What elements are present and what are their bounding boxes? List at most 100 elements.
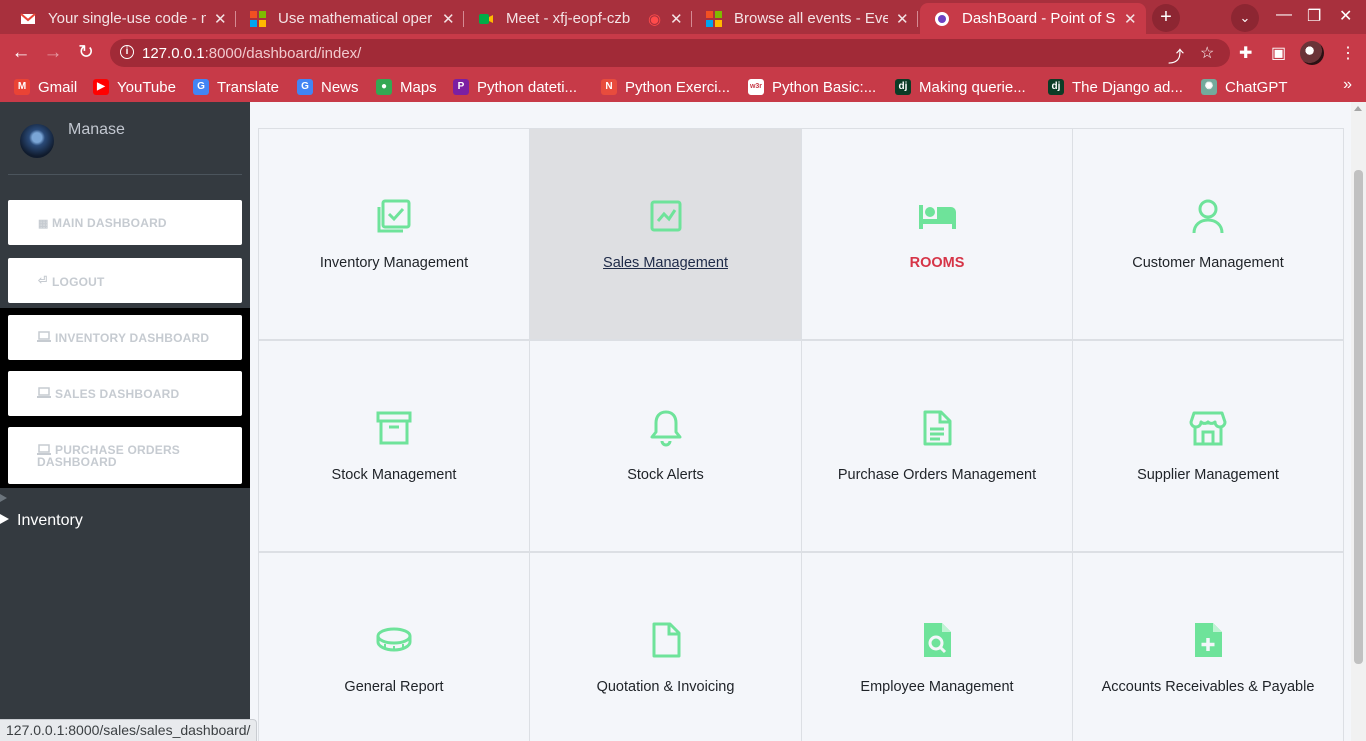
bookmark-star-icon[interactable]: ☆ bbox=[1200, 43, 1214, 63]
module-label: Customer Management bbox=[1132, 255, 1284, 271]
grid-icon: ▦ bbox=[38, 218, 49, 230]
menu-icon[interactable]: ⋮ bbox=[1340, 43, 1356, 63]
module-card-employee-management[interactable]: Employee Management bbox=[801, 552, 1073, 741]
module-label: Stock Alerts bbox=[627, 467, 704, 483]
browser-tab[interactable]: Your single-use code - m ✕ bbox=[6, 3, 236, 34]
browser-tab[interactable]: Use mathematical oper ✕ bbox=[236, 3, 464, 34]
w3resource-icon: N bbox=[601, 79, 617, 95]
bookmark-item[interactable]: w3r Python Basic:... bbox=[748, 77, 876, 97]
module-label: Supplier Management bbox=[1137, 467, 1279, 483]
user-avatar[interactable] bbox=[20, 124, 54, 158]
bookmark-item[interactable]: ● Maps bbox=[376, 77, 437, 97]
close-tab-icon[interactable]: ✕ bbox=[214, 10, 228, 28]
page-scrollbar[interactable] bbox=[1351, 102, 1366, 741]
translate-icon: G bbox=[193, 79, 209, 95]
logout-button[interactable]: ⏎ LOGOUT bbox=[8, 258, 242, 303]
close-tab-icon[interactable]: ✕ bbox=[442, 10, 456, 28]
collapse-arrow-icon[interactable] bbox=[0, 494, 7, 502]
bookmark-item[interactable]: dj The Django ad... bbox=[1048, 77, 1183, 97]
bookmark-item[interactable]: ✺ ChatGPT bbox=[1201, 77, 1288, 97]
logout-icon: ⏎ bbox=[38, 275, 48, 287]
bookmark-label: Python Exerci... bbox=[625, 78, 731, 96]
maps-icon: ● bbox=[376, 79, 392, 95]
store-icon bbox=[1189, 411, 1227, 446]
browser-tab[interactable]: Meet - xfj-eopf-czb ◉ ✕ bbox=[464, 3, 692, 34]
button-label: INVENTORY DASHBOARD bbox=[55, 331, 210, 345]
site-info-icon[interactable]: i bbox=[120, 45, 134, 59]
inventory-dashboard-button[interactable]: INVENTORY DASHBOARD bbox=[8, 315, 242, 360]
module-card-stock-management[interactable]: Stock Management bbox=[258, 340, 530, 552]
close-tab-icon[interactable]: ✕ bbox=[1124, 10, 1138, 28]
bookmark-item[interactable]: P Python dateti... bbox=[453, 77, 577, 97]
bookmark-label: Python Basic:... bbox=[772, 78, 877, 96]
coin-icon bbox=[376, 627, 412, 652]
module-card-supplier-management[interactable]: Supplier Management bbox=[1072, 340, 1344, 552]
module-label: Sales Management bbox=[603, 255, 728, 271]
module-card-accounts-receivables-payable[interactable]: Accounts Receivables & Payable bbox=[1072, 552, 1344, 741]
archive-icon bbox=[376, 411, 412, 445]
module-card-purchase-orders-management[interactable]: Purchase Orders Management bbox=[801, 340, 1073, 552]
reload-icon[interactable]: ↻ bbox=[73, 41, 99, 65]
dashboard-page: Manase ▦ MAIN DASHBOARD ⏎ LOGOUT INVENTO… bbox=[0, 102, 1366, 741]
forward-icon[interactable]: → bbox=[40, 41, 66, 65]
bookmark-item[interactable]: dj Making querie... bbox=[895, 77, 1026, 97]
tab-title: Your single-use code - m bbox=[48, 10, 206, 27]
bookmark-item[interactable]: G Translate bbox=[193, 77, 279, 97]
bookmark-item[interactable]: M Gmail bbox=[14, 77, 77, 97]
address-bar[interactable]: i 127.0.0.1:8000/dashboard/index/ ⤴ ☆ bbox=[110, 39, 1230, 67]
bookmark-item[interactable]: G News bbox=[297, 77, 359, 97]
profile-avatar[interactable] bbox=[1300, 41, 1324, 65]
tree-item-label: Inventory bbox=[17, 512, 83, 529]
bookmark-item[interactable]: N Python Exerci... bbox=[601, 77, 730, 97]
module-card-customer-management[interactable]: Customer Management bbox=[1072, 128, 1344, 340]
close-tab-icon[interactable]: ✕ bbox=[670, 10, 684, 28]
tab-strip: Your single-use code - m ✕ Use mathemati… bbox=[0, 0, 1366, 34]
new-tab-button[interactable]: + bbox=[1152, 4, 1180, 32]
back-icon[interactable]: ← bbox=[8, 41, 34, 65]
side-panel-icon[interactable]: ▣ bbox=[1271, 43, 1286, 63]
module-label: ROOMS bbox=[909, 255, 965, 271]
module-label: Quotation & Invoicing bbox=[596, 679, 735, 695]
scroll-up-arrow-icon[interactable] bbox=[1354, 106, 1362, 111]
close-window-icon[interactable]: ✕ bbox=[1339, 6, 1352, 26]
scrollbar-thumb[interactable] bbox=[1354, 170, 1363, 664]
chatgpt-icon: ✺ bbox=[1201, 79, 1217, 95]
file-plus-icon bbox=[1195, 623, 1222, 657]
module-card-stock-alerts[interactable]: Stock Alerts bbox=[529, 340, 802, 552]
laptop-icon bbox=[37, 387, 51, 401]
close-tab-icon[interactable]: ✕ bbox=[896, 10, 910, 28]
module-card-inventory-management[interactable]: Inventory Management bbox=[258, 128, 530, 340]
browser-toolbar: ← → ↻ i 127.0.0.1:8000/dashboard/index/ … bbox=[0, 34, 1366, 72]
sales-dashboard-button[interactable]: SALES DASHBOARD bbox=[8, 371, 242, 416]
bookmark-item[interactable]: ▶ YouTube bbox=[93, 77, 176, 97]
status-bar-url: 127.0.0.1:8000/sales/sales_dashboard/ bbox=[0, 719, 258, 741]
bookmark-label: The Django ad... bbox=[1072, 78, 1183, 96]
module-card-rooms[interactable]: ROOMS bbox=[801, 128, 1073, 340]
extensions-icon[interactable]: ✚ bbox=[1239, 43, 1252, 63]
module-card-general-report[interactable]: General Report bbox=[258, 552, 530, 741]
tab-title: Use mathematical oper bbox=[278, 10, 433, 27]
django-icon: dj bbox=[895, 79, 911, 95]
module-grid: Inventory Management Sales Management RO… bbox=[258, 128, 1344, 741]
purchase-orders-dashboard-button[interactable]: PURCHASE ORDERS DASHBOARD bbox=[8, 427, 242, 484]
bookmarks-overflow-icon[interactable]: » bbox=[1343, 76, 1352, 94]
tab-search-button[interactable]: ⌄ bbox=[1231, 4, 1259, 32]
browser-tab[interactable]: Browse all events - Even ✕ bbox=[692, 3, 918, 34]
module-card-sales-management[interactable]: Sales Management bbox=[529, 128, 802, 340]
button-label: LOGOUT bbox=[52, 275, 105, 289]
main-dashboard-button[interactable]: ▦ MAIN DASHBOARD bbox=[8, 200, 242, 245]
user-name[interactable]: Manase bbox=[68, 121, 125, 139]
sidebar: Manase ▦ MAIN DASHBOARD ⏎ LOGOUT INVENTO… bbox=[0, 102, 250, 741]
button-label: MAIN DASHBOARD bbox=[52, 216, 167, 230]
module-label: Inventory Management bbox=[319, 255, 469, 271]
minimize-icon[interactable]: — bbox=[1276, 6, 1292, 24]
tree-item-inventory[interactable]: Inventory bbox=[0, 512, 83, 530]
tab-title: Meet - xfj-eopf-czb bbox=[506, 10, 631, 27]
browser-tab-active[interactable]: DashBoard - Point of Sal ✕ bbox=[920, 3, 1146, 34]
maximize-icon[interactable]: ❐ bbox=[1307, 6, 1321, 26]
module-label: General Report bbox=[344, 679, 444, 695]
module-card-quotation-invoicing[interactable]: Quotation & Invoicing bbox=[529, 552, 802, 741]
share-icon[interactable]: ⤴ bbox=[1168, 43, 1184, 67]
app-icon bbox=[934, 11, 950, 27]
checklist-icon bbox=[377, 199, 411, 233]
